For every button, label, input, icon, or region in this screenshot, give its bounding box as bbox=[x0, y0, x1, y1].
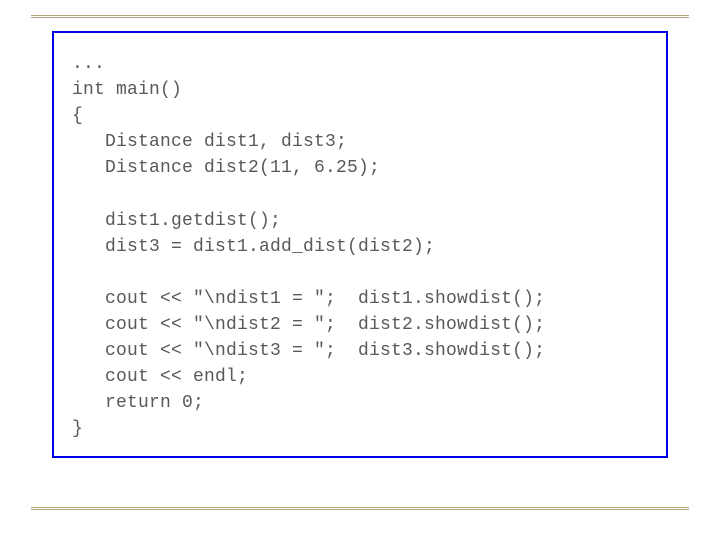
code-block: ... int main() { Distance dist1, dist3; … bbox=[72, 51, 656, 442]
top-rule bbox=[31, 15, 689, 18]
slide: ... int main() { Distance dist1, dist3; … bbox=[0, 0, 720, 540]
bottom-rule bbox=[31, 507, 689, 510]
code-box: ... int main() { Distance dist1, dist3; … bbox=[52, 31, 668, 458]
